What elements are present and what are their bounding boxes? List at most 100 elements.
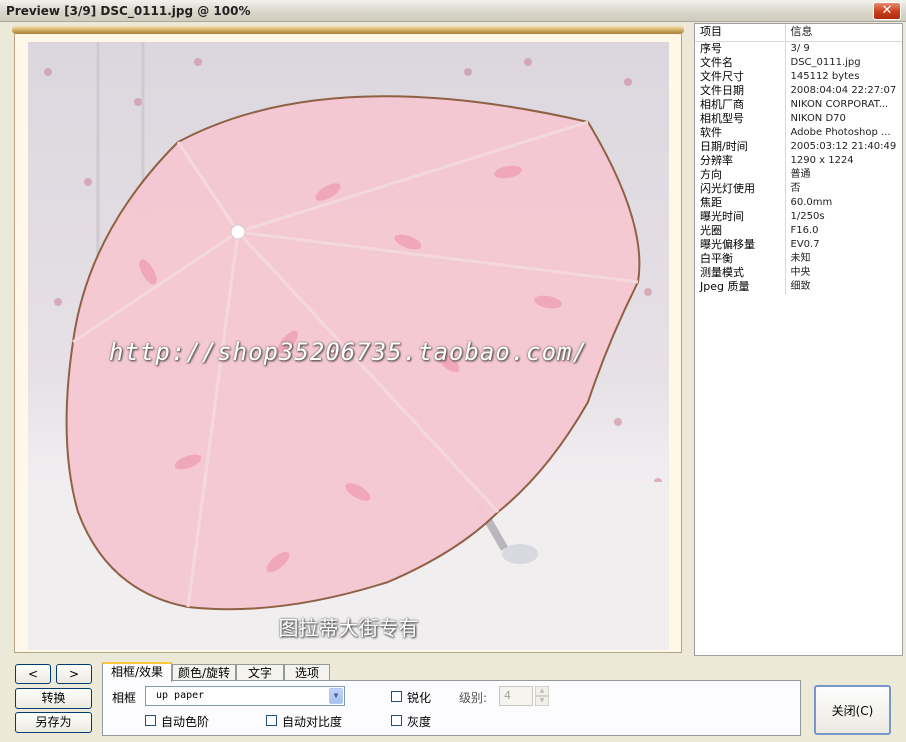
level-label: 级别:: [459, 691, 488, 705]
close-button[interactable]: 关闭(C): [814, 685, 891, 735]
info-key: 文件日期: [695, 83, 786, 98]
info-key: 文件尺寸: [695, 69, 786, 84]
info-value: Adobe Photoshop ...: [790, 126, 891, 138]
info-key: 闪光灯使用: [695, 181, 786, 196]
next-label: >: [68, 667, 80, 681]
info-key: Jpeg 质量: [695, 279, 786, 294]
info-row[interactable]: 闪光灯使用否: [695, 181, 902, 196]
info-key: 曝光偏移量: [695, 237, 786, 252]
auto-contrast-label: 自动对比度: [282, 715, 343, 729]
info-value: 否: [790, 182, 801, 194]
info-value: 细致: [790, 280, 811, 292]
tab-options[interactable]: 选项: [284, 664, 330, 681]
info-value: 2008:04:04 22:27:07: [790, 84, 897, 96]
info-row[interactable]: 文件尺寸 145112 bytes: [695, 69, 902, 84]
preview-photo[interactable]: http://shop35206735.taobao.com/ 图拉蒂大街专有: [28, 42, 669, 650]
info-row[interactable]: 光圈 F16.0: [695, 223, 902, 238]
bottom-panel: < > 转换 另存为 相框/效果 颜色/旋转 文字 选项 相框 up paper…: [0, 657, 906, 742]
watermark-url: http://shop35206735.taobao.com/: [109, 338, 588, 366]
info-key: 白平衡: [695, 251, 786, 266]
info-key: 日期/时间: [695, 139, 786, 154]
info-key: 分辨率: [695, 153, 786, 168]
convert-button[interactable]: 转换: [15, 688, 92, 709]
save-as-button[interactable]: 另存为: [15, 712, 92, 733]
auto-levels-checkbox[interactable]: [145, 715, 156, 726]
info-value: 普通: [790, 168, 811, 180]
auto-contrast-checkbox[interactable]: [266, 715, 277, 726]
frame-effects-panel: 相框 up paper ▼ 锐化 级别: 4 ▲ ▼ 自动色阶 自动对比度 灰度: [102, 680, 801, 736]
info-key: 相机厂商: [695, 97, 786, 112]
level-input[interactable]: 4: [499, 686, 533, 706]
info-value: F16.0: [790, 224, 819, 236]
prev-label: <: [27, 667, 39, 681]
level-spinner[interactable]: ▲ ▼: [535, 686, 549, 706]
frame-select[interactable]: up paper ▼: [145, 686, 345, 706]
info-value: 145112 bytes: [790, 70, 860, 82]
info-key: 软件: [695, 125, 786, 140]
info-value: 1/250s: [790, 210, 825, 222]
info-value: NIKON CORPORAT...: [790, 98, 889, 110]
spin-down-icon[interactable]: ▼: [535, 696, 549, 706]
tab-text[interactable]: 文字: [236, 664, 284, 681]
info-row[interactable]: 分辨率 1290 x 1224: [695, 153, 902, 168]
info-row[interactable]: 文件名 DSC_0111.jpg: [695, 55, 902, 70]
info-row[interactable]: Jpeg 质量 细致: [695, 279, 902, 294]
info-value: DSC_0111.jpg: [790, 56, 861, 68]
info-row[interactable]: 方向 普通: [695, 167, 902, 182]
info-row[interactable]: 曝光偏移量 EV0.7: [695, 237, 902, 252]
sharpen-checkbox[interactable]: [391, 691, 402, 702]
window-title: Preview [3/9] DSC_0111.jpg @ 100%: [6, 4, 251, 18]
info-row[interactable]: 相机型号 NIKON D70: [695, 111, 902, 126]
title-bar: Preview [3/9] DSC_0111.jpg @ 100% ✕: [0, 0, 906, 22]
sharpen-label: 锐化: [407, 691, 432, 705]
info-value: NIKON D70: [790, 112, 846, 124]
frame-rod: [12, 26, 684, 34]
info-key: 测量模式: [695, 265, 786, 280]
info-header-key[interactable]: 项目: [695, 24, 786, 42]
next-button[interactable]: >: [56, 664, 92, 684]
info-key: 焦距: [695, 195, 786, 210]
watermark-caption: 图拉蒂大街专有: [278, 616, 419, 640]
info-value: 60.0mm: [790, 196, 833, 208]
info-row[interactable]: 文件日期 2008:04:04 22:27:07: [695, 83, 902, 98]
info-value: 未知: [790, 252, 811, 264]
info-row[interactable]: 序号 3/ 9: [695, 41, 902, 56]
info-key: 相机型号: [695, 111, 786, 126]
info-value: 2005:03:12 21:40:49: [790, 140, 897, 152]
info-header-row: 项目 信息: [695, 24, 902, 42]
info-row[interactable]: 相机厂商 NIKON CORPORAT...: [695, 97, 902, 112]
prev-button[interactable]: <: [15, 664, 51, 684]
info-value: 3/ 9: [790, 42, 810, 54]
info-key: 曝光时间: [695, 209, 786, 224]
info-key: 方向: [695, 167, 786, 182]
info-value: EV0.7: [790, 238, 820, 250]
info-header-value[interactable]: 信息: [785, 24, 902, 42]
grayscale-checkbox[interactable]: [391, 715, 402, 726]
close-button-label: 关闭(C): [831, 704, 874, 718]
info-row[interactable]: 焦距 60.0mm: [695, 195, 902, 210]
tab-frame-effects[interactable]: 相框/效果: [102, 662, 172, 682]
frame-select-value: up paper: [156, 690, 205, 701]
info-row[interactable]: 测量模式 中央: [695, 265, 902, 280]
info-row[interactable]: 曝光时间 1/250s: [695, 209, 902, 224]
paper-frame: http://shop35206735.taobao.com/ 图拉蒂大街专有: [12, 26, 684, 653]
info-key: 光圈: [695, 223, 786, 238]
image-viewer: http://shop35206735.taobao.com/ 图拉蒂大街专有: [0, 23, 693, 656]
save-as-label: 另存为: [35, 715, 72, 729]
close-icon: ✕: [881, 3, 893, 18]
exif-info-panel[interactable]: 项目 信息 序号 3/ 9 文件名 DSC_0111.jpg 文件尺寸 145112 by…: [694, 23, 903, 656]
grayscale-label: 灰度: [407, 715, 432, 729]
window-close-button[interactable]: ✕: [873, 2, 901, 20]
spin-up-icon[interactable]: ▲: [535, 686, 549, 696]
chevron-down-icon[interactable]: ▼: [329, 688, 343, 704]
info-value: 中央: [790, 266, 811, 278]
info-row[interactable]: 白平衡 未知: [695, 251, 902, 266]
convert-label: 转换: [41, 691, 66, 705]
info-key: 文件名: [695, 55, 786, 70]
info-row[interactable]: 软件 Adobe Photoshop ...: [695, 125, 902, 140]
info-row[interactable]: 日期/时间 2005:03:12 21:40:49: [695, 139, 902, 154]
frame-label: 相框: [112, 691, 137, 705]
auto-levels-label: 自动色阶: [161, 715, 210, 729]
tab-color-rotate[interactable]: 颜色/旋转: [172, 664, 236, 681]
info-value: 1290 x 1224: [790, 154, 854, 166]
